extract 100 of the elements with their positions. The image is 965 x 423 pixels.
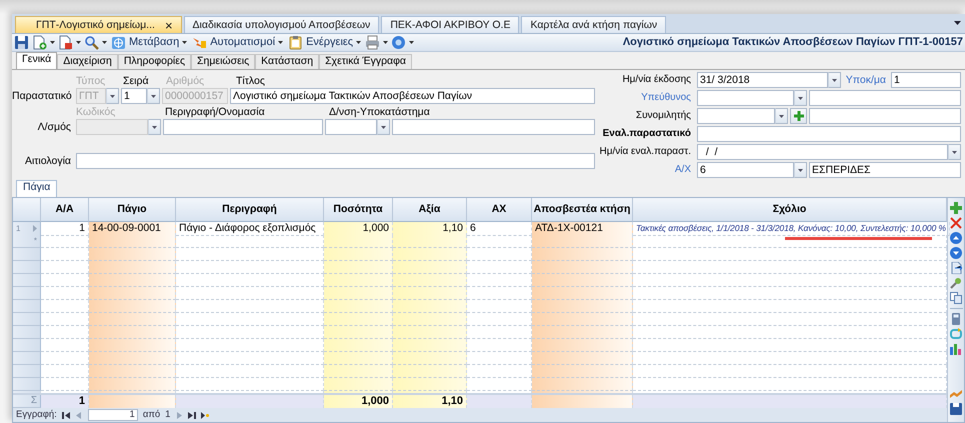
field-caption: Αριθμός bbox=[166, 74, 204, 88]
input-field[interactable]: ΕΣΠΕΡΙΔΕΣ bbox=[809, 162, 961, 178]
add-button[interactable] bbox=[790, 108, 807, 124]
menu-button[interactable]: Μετάβαση bbox=[110, 35, 188, 50]
column-header[interactable]: Πάγιο bbox=[89, 198, 176, 222]
dropdown-button[interactable] bbox=[106, 88, 119, 104]
of-label: από bbox=[142, 409, 160, 421]
search-icon[interactable] bbox=[84, 35, 99, 50]
table-cell bbox=[324, 326, 393, 339]
table-cell bbox=[324, 287, 393, 300]
save-icon[interactable] bbox=[14, 35, 29, 50]
document-tab[interactable]: ΠΕΚ-ΑΦΟΙ ΑΚΡΙΒΟΥ Ο.Ε bbox=[381, 16, 520, 33]
caret-icon bbox=[50, 40, 55, 45]
caret-icon bbox=[152, 124, 157, 130]
input-field[interactable] bbox=[809, 90, 961, 106]
previous-icon[interactable] bbox=[74, 412, 83, 418]
form-tab[interactable]: Σημειώσεις bbox=[191, 54, 256, 69]
caret-icon bbox=[409, 40, 414, 45]
record-label: Εγγραφή: bbox=[16, 409, 57, 421]
delete-document-icon[interactable] bbox=[58, 35, 73, 50]
total-cell: 1,000 bbox=[324, 395, 393, 408]
field-label: Συνομιλητής bbox=[634, 110, 692, 122]
help-icon[interactable] bbox=[391, 35, 406, 50]
caret-icon bbox=[76, 40, 81, 45]
record-field[interactable]: 1 bbox=[88, 409, 138, 421]
plus-icon[interactable] bbox=[950, 202, 962, 214]
input-field[interactable]: 1 bbox=[891, 72, 961, 88]
input-field[interactable] bbox=[697, 126, 961, 142]
input-field[interactable] bbox=[163, 119, 323, 135]
new-row-marker: * bbox=[34, 236, 37, 246]
combo-field[interactable]: 1 bbox=[121, 88, 147, 104]
column-header[interactable]: Αξία bbox=[393, 198, 467, 222]
field-label: Ημ/νία εναλ.παραστ. bbox=[598, 146, 692, 158]
save-icon[interactable] bbox=[950, 403, 962, 415]
comment-text: Τακτικές αποσβέσεις, 1/1/2018 - 31/3/2018, Κανόνας: 10,00, Συντελεστής: 10,000 % bbox=[636, 223, 946, 234]
dropdown-button[interactable] bbox=[948, 144, 961, 160]
column-header[interactable]: Περιγραφή bbox=[176, 198, 324, 222]
menu-button[interactable]: Ενέργειες bbox=[287, 35, 362, 50]
move-up-icon[interactable] bbox=[950, 232, 962, 244]
dropdown-button[interactable] bbox=[794, 90, 807, 106]
calculator-icon[interactable] bbox=[950, 313, 962, 325]
column-header[interactable]: Α/Α bbox=[41, 198, 89, 222]
caret-icon bbox=[798, 96, 803, 100]
document-tab[interactable]: Διαδικασία υπολογισμού Αποσβέσεων bbox=[184, 16, 380, 33]
dropdown-icon[interactable] bbox=[954, 21, 961, 26]
input-field[interactable] bbox=[76, 153, 595, 169]
form-tab[interactable]: Πληροφορίες bbox=[118, 54, 192, 69]
dropdown-button[interactable] bbox=[148, 119, 161, 135]
dropdown-button[interactable] bbox=[377, 119, 390, 135]
last-icon[interactable] bbox=[188, 412, 196, 418]
caret-icon bbox=[383, 40, 388, 45]
close-button[interactable]: × bbox=[164, 18, 173, 32]
document-icon[interactable] bbox=[950, 262, 962, 274]
form-tab[interactable]: Διαχείριση bbox=[57, 54, 118, 69]
dropdown-button[interactable] bbox=[828, 72, 841, 88]
date-field[interactable]: / / bbox=[697, 144, 948, 160]
caret-icon bbox=[832, 78, 837, 82]
caret-icon bbox=[381, 124, 386, 130]
document-tab[interactable]: Καρτέλα ανά κτήση παγίων bbox=[521, 16, 666, 33]
chart-icon[interactable] bbox=[950, 343, 962, 355]
new-record-icon[interactable] bbox=[201, 412, 210, 418]
combo-field[interactable] bbox=[325, 119, 377, 135]
form-tab[interactable]: Σχετικά Έγγραφα bbox=[319, 54, 412, 69]
new-document-icon[interactable] bbox=[32, 35, 47, 50]
form-tab[interactable]: Γενικά bbox=[16, 52, 58, 69]
caret-icon bbox=[779, 114, 784, 118]
move-down-icon[interactable] bbox=[950, 247, 962, 259]
dropdown-button[interactable] bbox=[147, 88, 160, 104]
form-tab[interactable]: Κατάσταση bbox=[255, 54, 320, 69]
first-icon[interactable] bbox=[62, 412, 70, 418]
column-header[interactable]: Ποσότητα bbox=[324, 198, 393, 222]
dropdown-button[interactable] bbox=[775, 108, 788, 124]
table-cell bbox=[324, 274, 393, 287]
input-field[interactable] bbox=[392, 119, 595, 135]
column-header[interactable]: Αποσβεστέα κτήση bbox=[532, 198, 633, 222]
plus-icon bbox=[794, 111, 804, 121]
menu-button[interactable]: Αυτοματισμοί bbox=[191, 35, 284, 50]
combo-field[interactable] bbox=[697, 90, 794, 106]
refresh-icon[interactable] bbox=[950, 328, 962, 340]
caret-icon bbox=[182, 40, 188, 45]
date-field[interactable]: 31/ 3/2018 bbox=[697, 72, 828, 88]
combo-field[interactable]: 6 bbox=[697, 162, 794, 178]
record-count: 1 bbox=[165, 409, 170, 421]
dropdown-button[interactable] bbox=[794, 162, 807, 178]
printer-icon[interactable] bbox=[365, 35, 380, 50]
caret-icon bbox=[102, 40, 107, 45]
field-caption: Κωδικός bbox=[76, 106, 116, 119]
caret-icon bbox=[110, 94, 115, 98]
input-field[interactable] bbox=[809, 108, 961, 124]
table-cell bbox=[324, 352, 393, 365]
copy-icon[interactable] bbox=[950, 292, 962, 304]
field-label: Α/Χ bbox=[674, 164, 692, 176]
grid-tab[interactable]: Πάγια bbox=[16, 180, 58, 197]
delete-icon[interactable] bbox=[950, 217, 962, 229]
next-icon[interactable] bbox=[175, 412, 184, 418]
column-header[interactable]: Σχόλιο bbox=[633, 198, 947, 222]
column-header[interactable]: ΑΧ bbox=[467, 198, 532, 222]
document-tab[interactable]: ΓΠΤ-Λογιστικό σημείωμ... × bbox=[15, 16, 182, 33]
input-field[interactable]: Λογιστικό σημείωμα Τακτικών Αποσβέσεων Παγίων bbox=[230, 88, 595, 104]
combo-field[interactable] bbox=[697, 108, 775, 124]
